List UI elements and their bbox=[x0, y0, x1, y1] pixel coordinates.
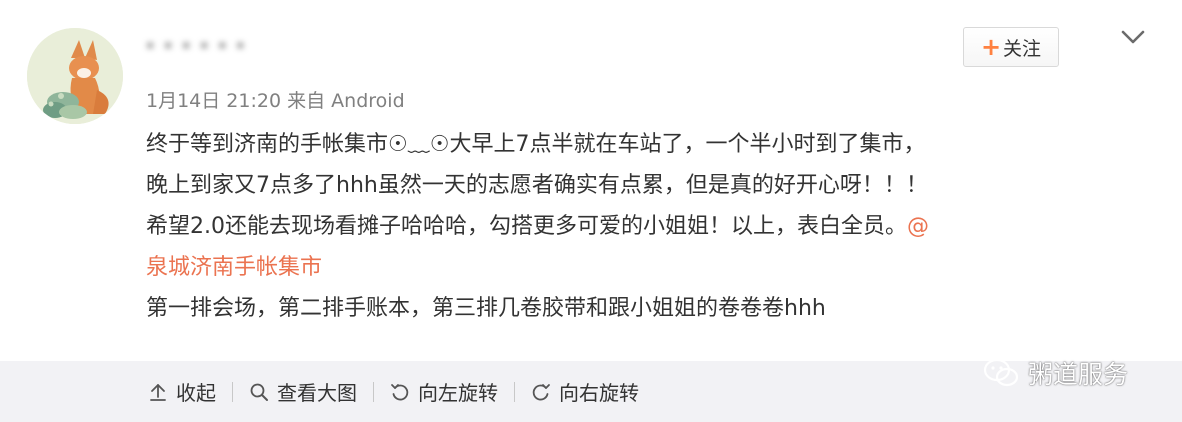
rotate-right-button[interactable]: 向右旋转 bbox=[531, 377, 639, 406]
post-line-text: 终于等到济南的手帐集市☉﹏☉大早上7点半就在车站了，一个半小时到了集市， bbox=[146, 132, 926, 157]
watermark: 粥道服务 bbox=[982, 355, 1128, 391]
post-line-text: 希望2.0还能去现场看摊子哈哈哈，勾搭更多可爱的小姐姐！以上，表白全员。 bbox=[146, 214, 907, 239]
post-line-text: 晚上到家又7点多了hhh虽然一天的志愿者确实有点累，但是真的好开心呀！！！ bbox=[146, 173, 928, 198]
collapse-up-icon bbox=[150, 383, 166, 401]
divider bbox=[373, 381, 374, 402]
plus-icon: + bbox=[980, 33, 1002, 61]
collapse-label: 收起 bbox=[176, 381, 216, 405]
chevron-down-icon[interactable] bbox=[1118, 26, 1148, 48]
follow-button[interactable]: + 关注 bbox=[963, 27, 1059, 67]
collapse-button[interactable]: 收起 bbox=[148, 377, 216, 406]
from-label: 来自 bbox=[287, 90, 326, 112]
post-line: 希望2.0还能去现场看摊子哈哈哈，勾搭更多可爱的小姐姐！以上，表白全员。@ bbox=[146, 206, 1146, 247]
rotate-left-label: 向左旋转 bbox=[418, 381, 498, 405]
mention-at-sign[interactable]: @ bbox=[907, 214, 929, 239]
divider bbox=[514, 381, 515, 402]
rotate-right-icon bbox=[532, 383, 550, 400]
post-body: 终于等到济南的手帐集市☉﹏☉大早上7点半就在车站了，一个半小时到了集市， 晚上到… bbox=[146, 124, 1146, 329]
divider bbox=[232, 381, 233, 402]
post-date[interactable]: 1月14日 21:20 bbox=[146, 90, 281, 112]
post-source[interactable]: Android bbox=[331, 90, 404, 112]
post-line: 晚上到家又7点多了hhh虽然一天的志愿者确实有点累，但是真的好开心呀！！！ bbox=[146, 165, 1146, 206]
username[interactable]: · · · · · · bbox=[146, 34, 245, 59]
mention-link[interactable]: 泉城济南手帐集市 bbox=[146, 255, 322, 280]
view-large-button[interactable]: 查看大图 bbox=[249, 377, 357, 406]
wechat-icon bbox=[983, 358, 1019, 387]
watermark-text: 粥道服务 bbox=[1028, 360, 1129, 389]
avatar[interactable] bbox=[27, 28, 123, 124]
fox-avatar-icon bbox=[27, 28, 123, 124]
post-line: 泉城济南手帐集市 bbox=[146, 247, 1146, 288]
follow-label: 关注 bbox=[1003, 37, 1042, 60]
rotate-right-label: 向右旋转 bbox=[559, 381, 639, 405]
post-line: 终于等到济南的手帐集市☉﹏☉大早上7点半就在车站了，一个半小时到了集市， bbox=[146, 124, 1146, 165]
post-line-text: 第一排会场，第二排手账本，第三排几卷胶带和跟小姐姐的卷卷卷hhh bbox=[146, 296, 826, 321]
post-meta: 1月14日 21:20 来自 Android bbox=[146, 86, 405, 113]
rotate-left-icon bbox=[391, 383, 409, 400]
view-large-label: 查看大图 bbox=[277, 381, 357, 405]
rotate-left-button[interactable]: 向左旋转 bbox=[390, 377, 498, 406]
post-line: 第一排会场，第二排手账本，第三排几卷胶带和跟小姐姐的卷卷卷hhh bbox=[146, 288, 1146, 329]
search-icon bbox=[250, 383, 268, 401]
